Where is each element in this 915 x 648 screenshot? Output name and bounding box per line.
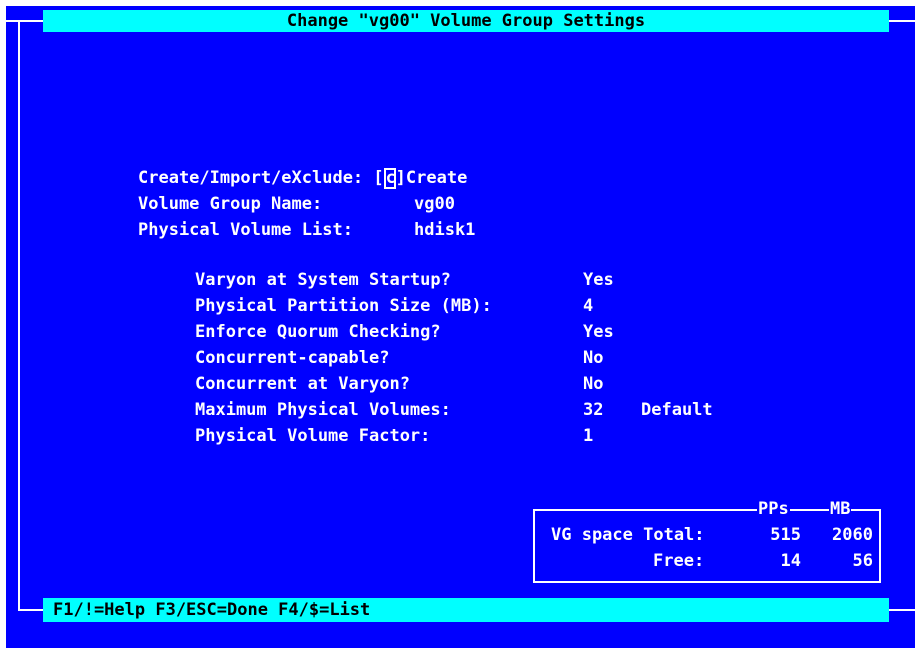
vg-space-free-pps: 14 <box>780 551 801 571</box>
physical-volume-list-value[interactable]: hdisk1 <box>414 218 475 242</box>
setting-label-pv-factor: Physical Volume Factor: <box>195 426 431 446</box>
setting-label-varyon: Varyon at System Startup? <box>195 270 451 290</box>
create-option-text: Create <box>405 168 468 188</box>
setting-label-pp-size: Physical Partition Size (MB): <box>195 296 492 316</box>
vg-space-total-pps: 515 <box>770 525 801 545</box>
setting-value-pv-factor[interactable]: 1 <box>583 424 593 448</box>
volume-group-name-value[interactable]: vg00 <box>414 192 455 216</box>
footer-rule-left <box>18 609 43 611</box>
create-bracket-close: ] <box>395 168 406 188</box>
setting-value-concurrent-varyon[interactable]: No <box>583 372 603 396</box>
create-label: Create/Import/eXclude: <box>138 168 364 188</box>
vg-space-box: PPs MB VG space Total: 515 2060 Free: 14… <box>533 497 881 583</box>
setting-value-varyon[interactable]: Yes <box>583 268 614 292</box>
setting-label-quorum: Enforce Quorum Checking? <box>195 322 441 342</box>
vg-space-free-mb: 56 <box>852 551 873 571</box>
create-bracket-open: [ <box>373 168 384 188</box>
title-rule-left <box>6 20 43 22</box>
title-rule-right <box>889 20 915 22</box>
setting-label-max-pvs: Maximum Physical Volumes: <box>195 400 451 420</box>
frame-left <box>18 20 20 610</box>
setting-value-quorum[interactable]: Yes <box>583 320 614 344</box>
vg-space-total-label: VG space Total: <box>551 525 705 545</box>
setting-value-pp-size[interactable]: 4 <box>583 294 593 318</box>
setting-label-concurrent-varyon: Concurrent at Varyon? <box>195 374 410 394</box>
vg-space-free-label: Free: <box>653 551 705 571</box>
page-title: Change "vg00" Volume Group Settings <box>43 10 889 32</box>
function-key-bar: F1/!=Help F3/ESC=Done F4/$=List <box>43 598 889 622</box>
vg-space-col-mb: MB <box>829 497 852 521</box>
setting-label-concurrent-capable: Concurrent-capable? <box>195 348 390 368</box>
setting-value-concurrent-capable[interactable]: No <box>583 346 603 370</box>
create-import-exclude-row: Create/Import/eXclude: [c]Create <box>138 166 467 190</box>
screen: Change "vg00" Volume Group Settings Crea… <box>0 0 915 648</box>
setting-value-max-pvs[interactable]: 32 <box>583 398 603 422</box>
vg-space-col-pps: PPs <box>757 497 790 521</box>
vg-space-total-mb: 2060 <box>832 525 873 545</box>
footer-rule-right <box>889 609 915 611</box>
volume-group-name-label: Volume Group Name: <box>138 194 323 214</box>
physical-volume-list-label: Physical Volume List: <box>138 220 353 240</box>
setting-extra-max-pvs: Default <box>641 400 713 420</box>
create-import-exclude-input[interactable]: c <box>383 167 396 189</box>
